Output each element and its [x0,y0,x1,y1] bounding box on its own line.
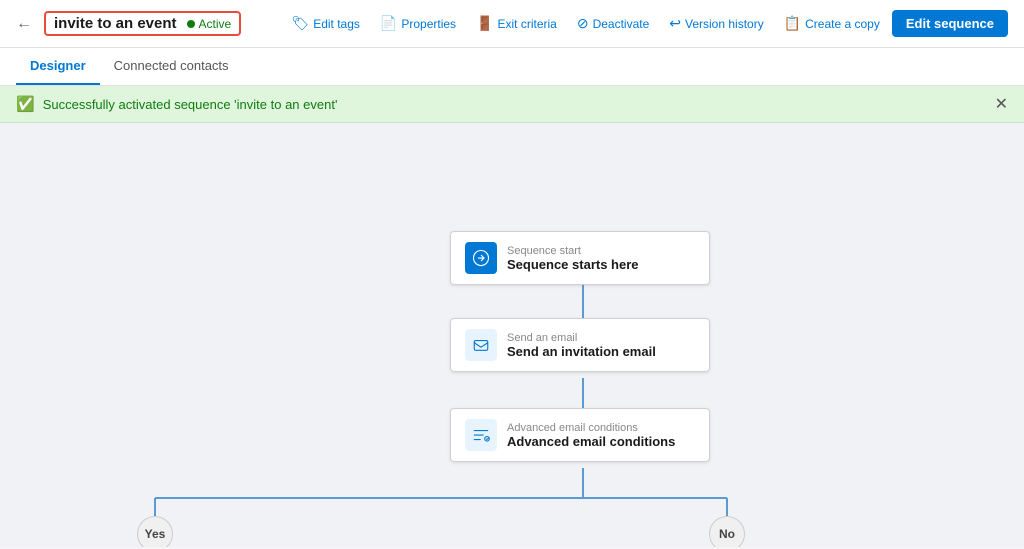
advanced-conditions-1-text: Advanced email conditions Advanced email… [507,422,675,449]
page-title: invite to an event [54,15,177,32]
sequence-start-main-label: Sequence starts here [507,257,639,272]
flow-container: Sequence start Sequence starts here Send… [0,123,1024,547]
success-banner: ✅ Successfully activated sequence 'invit… [0,86,1024,123]
send-invitation-icon [465,329,497,361]
copy-icon: 📋 [784,15,801,32]
edit-tags-label: Edit tags [313,17,360,31]
tab-connected-contacts[interactable]: Connected contacts [100,48,243,85]
edit-tags-button[interactable]: 🏷 Edit tags [283,11,367,36]
sequence-start-small-label: Sequence start [507,245,639,257]
deactivate-icon: ⊘ [577,15,589,32]
exit-icon: 🚪 [476,15,493,32]
create-copy-label: Create a copy [805,17,880,31]
banner-message: Successfully activated sequence 'invite … [43,97,338,112]
status-dot [187,20,195,28]
send-invitation-main-label: Send an invitation email [507,344,656,359]
deactivate-label: Deactivate [593,17,650,31]
advanced-conditions-1-small-label: Advanced email conditions [507,422,675,434]
history-icon: ↩ [669,15,681,32]
success-icon: ✅ [16,95,35,113]
tag-icon: 🏷 [291,15,309,32]
advanced-conditions-1-icon [465,419,497,451]
send-invitation-text: Send an email Send an invitation email [507,332,656,359]
banner-close-button[interactable]: ✕ [995,94,1008,114]
advanced-conditions-1-main-label: Advanced email conditions [507,434,675,449]
advanced-conditions-1-node: Advanced email conditions Advanced email… [450,408,710,462]
edit-sequence-button[interactable]: Edit sequence [892,10,1008,37]
tabs: Designer Connected contacts [0,48,1024,86]
deactivate-button[interactable]: ⊘ Deactivate [569,11,657,36]
create-copy-button[interactable]: 📋 Create a copy [776,11,888,36]
header-actions: 🏷 Edit tags 📄 Properties 🚪 Exit criteria… [283,10,1008,37]
status-label: Active [199,17,232,31]
sequence-start-icon [465,242,497,274]
canvas: Sequence start Sequence starts here Send… [0,123,1024,547]
properties-icon: 📄 [380,15,397,32]
version-history-button[interactable]: ↩ Version history [661,11,771,36]
version-history-label: Version history [685,17,764,31]
send-invitation-node: Send an email Send an invitation email [450,318,710,372]
sequence-start-node: Sequence start Sequence starts here [450,231,710,285]
title-section: invite to an event Active [44,11,241,36]
yes-branch-label: Yes [137,516,173,547]
exit-criteria-button[interactable]: 🚪 Exit criteria [468,11,565,36]
status-badge: Active [187,17,232,31]
header: ← invite to an event Active 🏷 Edit tags … [0,0,1024,48]
properties-label: Properties [401,17,456,31]
properties-button[interactable]: 📄 Properties [372,11,464,36]
sequence-start-text: Sequence start Sequence starts here [507,245,639,272]
back-button[interactable]: ← [16,15,32,33]
send-invitation-small-label: Send an email [507,332,656,344]
tab-designer[interactable]: Designer [16,48,100,85]
exit-criteria-label: Exit criteria [497,17,556,31]
no-branch-label: No [709,516,745,547]
